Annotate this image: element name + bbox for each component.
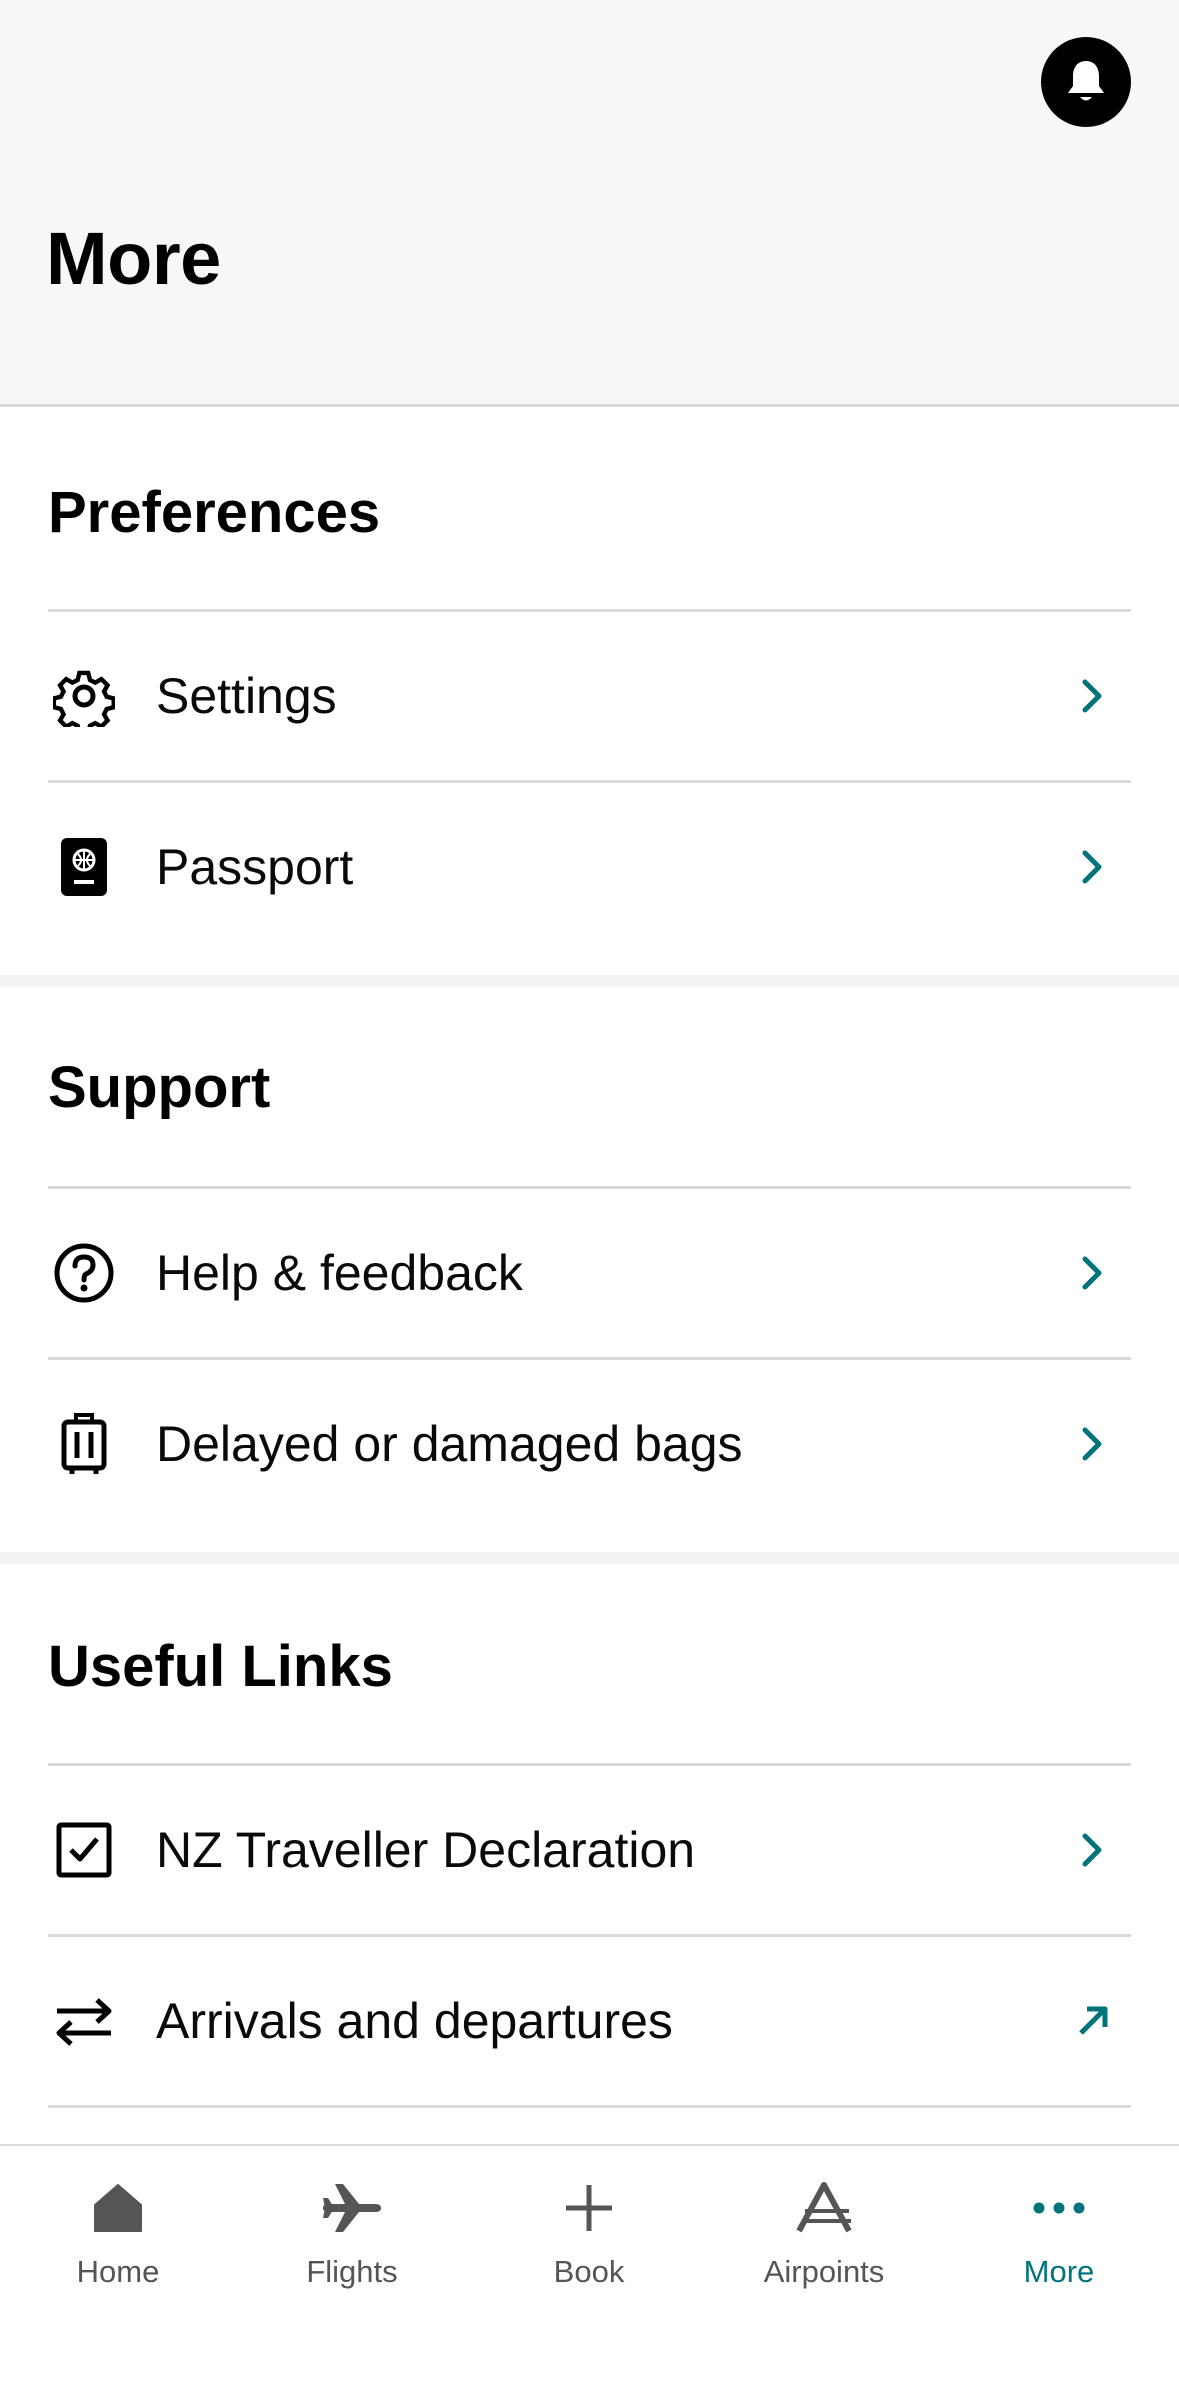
help-feedback-row[interactable]: Help & feedback <box>48 1186 1131 1357</box>
section-title-useful-links: Useful Links <box>48 1634 393 1699</box>
nz-traveller-declaration-label: NZ Traveller Declaration <box>156 1822 696 1878</box>
help-circle-icon <box>48 1237 120 1309</box>
preferences-section: Preferences Settings Passport <box>0 410 1179 975</box>
tab-label-more: More <box>1023 2254 1095 2289</box>
passport-row[interactable]: Passport <box>48 780 1131 951</box>
home-icon <box>86 2176 150 2240</box>
tab-label-home: Home <box>76 2254 160 2289</box>
passport-icon <box>48 831 120 903</box>
tab-home[interactable]: Home <box>0 2146 236 2316</box>
page-title: More <box>46 217 221 300</box>
useful-links-section: Useful Links NZ Traveller Declaration Ar <box>0 1564 1179 2144</box>
gear-icon <box>48 660 120 732</box>
tab-label-book: Book <box>553 2254 625 2289</box>
arrivals-departures-label: Arrivals and departures <box>156 1993 673 2049</box>
luggage-icon <box>48 1408 120 1480</box>
more-dots-icon <box>1027 2176 1091 2240</box>
tab-book[interactable]: Book <box>471 2146 707 2316</box>
bell-icon <box>1068 61 1104 101</box>
delayed-bags-label: Delayed or damaged bags <box>156 1416 743 1472</box>
delayed-bags-row[interactable]: Delayed or damaged bags <box>48 1357 1131 1528</box>
chevron-right-icon <box>1073 676 1113 716</box>
tab-label-airpoints: Airpoints <box>763 2254 885 2289</box>
bottom-tab-bar: Home Flights Book Airpoints More <box>0 2144 1179 2396</box>
airpoints-icon <box>792 2176 856 2240</box>
notifications-button[interactable] <box>1041 37 1131 127</box>
nz-traveller-declaration-row[interactable]: NZ Traveller Declaration <box>48 1763 1131 1934</box>
passport-label: Passport <box>156 839 354 895</box>
support-section: Support Help & feedback Delayed or damag… <box>0 987 1179 1552</box>
more-screen: More Preferences Settings Passport Suppo… <box>0 0 1179 2396</box>
checkbox-icon <box>48 1814 120 1886</box>
help-feedback-label: Help & feedback <box>156 1245 523 1301</box>
tab-more[interactable]: More <box>941 2146 1177 2316</box>
tab-airpoints[interactable]: Airpoints <box>706 2146 942 2316</box>
chevron-right-icon <box>1073 1830 1113 1870</box>
section-divider <box>0 975 1179 987</box>
chevron-right-icon <box>1073 1253 1113 1293</box>
settings-label: Settings <box>156 668 337 724</box>
chevron-right-icon <box>1073 1424 1113 1464</box>
arrivals-departures-row[interactable]: Arrivals and departures <box>48 1934 1131 2105</box>
external-link-arrow-icon <box>1073 2001 1113 2041</box>
plus-icon <box>557 2176 621 2240</box>
swap-arrows-icon <box>48 1985 120 2057</box>
plane-icon <box>320 2176 384 2240</box>
header: More <box>0 0 1179 407</box>
row-divider <box>48 2105 1131 2108</box>
settings-row[interactable]: Settings <box>48 609 1131 780</box>
section-title-preferences: Preferences <box>48 480 381 545</box>
tab-label-flights: Flights <box>306 2254 398 2289</box>
section-title-support: Support <box>48 1055 271 1120</box>
chevron-right-icon <box>1073 847 1113 887</box>
section-divider <box>0 1552 1179 1564</box>
tab-flights[interactable]: Flights <box>234 2146 470 2316</box>
